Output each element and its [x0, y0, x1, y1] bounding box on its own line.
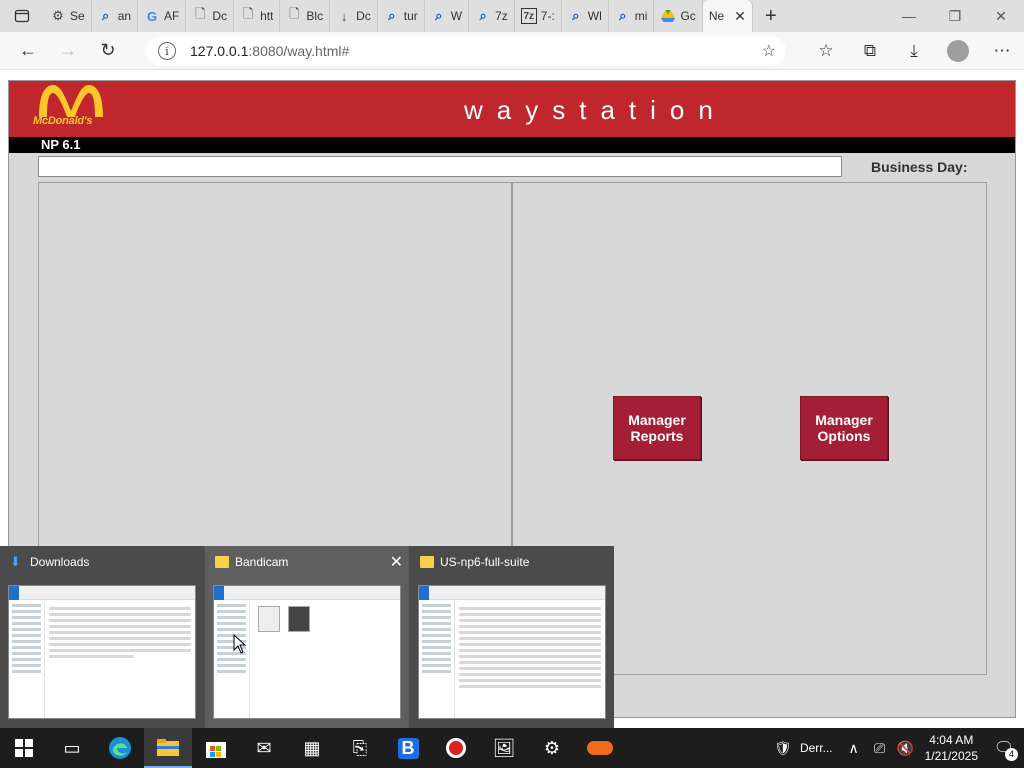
- download-folder-icon: ⬇: [10, 554, 21, 569]
- back-icon[interactable]: ←: [8, 32, 48, 70]
- manager-options-button[interactable]: Manager Options: [800, 396, 888, 460]
- browser-tab[interactable]: 7z 7-:: [515, 0, 562, 32]
- clock-date: 1/21/2025: [924, 749, 978, 763]
- window-preview: [8, 585, 196, 719]
- search-icon: ⌕: [435, 8, 443, 23]
- message-field: [38, 156, 842, 177]
- app-icon-network[interactable]: ⎘: [336, 728, 384, 768]
- edge-icon[interactable]: [96, 728, 144, 768]
- version-bar: NP 6.1: [9, 137, 1015, 153]
- gear-icon: ⚙: [52, 8, 64, 23]
- photos-icon[interactable]: 🖼: [480, 728, 528, 768]
- folder-icon: [215, 556, 229, 568]
- nfl-icon[interactable]: 🛡: [770, 740, 796, 757]
- browser-tab[interactable]: ⌕ Wl: [562, 0, 609, 32]
- forward-icon[interactable]: →: [48, 32, 88, 70]
- address-bar[interactable]: i 127.0.0.1:8080/way.html# ☆: [146, 36, 786, 66]
- thumbnail-downloads[interactable]: ⬇ Downloads: [0, 546, 204, 728]
- bandicam-record-icon[interactable]: [432, 728, 480, 768]
- notification-center-icon[interactable]: 🗨 4: [984, 738, 1024, 761]
- browser-tab[interactable]: ⚙ Se: [44, 0, 92, 32]
- thumbnail-us-np6-full-suite[interactable]: US-np6-full-suite: [410, 546, 614, 728]
- taskbar-thumbnail-popup: ⬇ Downloads Bandicam ✕ US-np6-full-suite: [0, 546, 614, 728]
- windows-logo-icon: [15, 739, 33, 757]
- info-icon[interactable]: i: [158, 42, 176, 60]
- add-favorite-icon[interactable]: ☆: [762, 41, 776, 61]
- browser-tab[interactable]: G AF: [138, 0, 187, 32]
- windows-taskbar: ▭ ✉ ▦ ⎘ B 🖼 ⚙ 🛡 Derr... ∧ ⎚ 🔇 4:04 AM 1/…: [0, 728, 1024, 768]
- document-icon: 🗋: [195, 6, 206, 21]
- browser-tab[interactable]: ⌕ 7z: [469, 0, 515, 32]
- search-icon: ⌕: [572, 8, 580, 23]
- 7zip-icon: 7z: [520, 8, 537, 24]
- browser-tab[interactable]: 🗋 htt: [234, 0, 281, 32]
- browser-tab[interactable]: 🗋 Blc: [280, 0, 331, 32]
- app-icon-orange[interactable]: [576, 728, 624, 768]
- clock-time: 4:04 AM: [929, 733, 974, 747]
- thumbnail-title: Downloads: [30, 555, 90, 569]
- mcdonalds-logo: [39, 85, 103, 117]
- url-path: :8080/way.html#: [248, 43, 350, 59]
- business-day-label: Business Day:: [871, 159, 968, 175]
- browser-tab[interactable]: ⌕ mi: [609, 0, 655, 32]
- close-window-icon[interactable]: ✕: [978, 0, 1024, 32]
- drive-icon: [660, 8, 676, 24]
- task-view-icon[interactable]: ▭: [48, 728, 96, 768]
- document-icon: 🗋: [289, 6, 300, 21]
- close-preview-icon[interactable]: ✕: [390, 552, 403, 572]
- collections-icon[interactable]: ⧉: [848, 32, 892, 70]
- search-icon: ⌕: [388, 8, 396, 23]
- browser-tab[interactable]: ↓ Dc: [330, 0, 378, 32]
- mouse-cursor-icon: [233, 634, 247, 654]
- thumbnail-title: US-np6-full-suite: [440, 555, 530, 569]
- close-icon[interactable]: ✕: [734, 8, 746, 25]
- browser-tab-active[interactable]: Ne ✕: [702, 0, 753, 32]
- app-title: waystation: [464, 95, 727, 125]
- window-preview: [418, 585, 606, 719]
- browser-tab-strip: ⚙ Se ⌕ an G AF 🗋 Dc 🗋 htt 🗋 Blc ↓ Dc ⌕ tur ⌕ W ⌕ 7…: [0, 0, 1024, 32]
- folder-icon: [420, 556, 434, 568]
- restore-icon[interactable]: ❐: [932, 0, 978, 32]
- file-explorer-icon[interactable]: [144, 728, 192, 768]
- url-host: 127.0.0.1: [190, 43, 249, 59]
- manager-reports-button[interactable]: Manager Reports: [613, 396, 701, 460]
- tab-actions-icon[interactable]: [0, 0, 44, 32]
- start-button[interactable]: [0, 728, 48, 768]
- search-icon: ⌕: [479, 8, 487, 23]
- google-icon: G: [146, 8, 158, 24]
- thumbnail-title: Bandicam: [235, 555, 289, 569]
- chevron-up-icon[interactable]: ∧: [841, 740, 867, 757]
- settings-icon[interactable]: ⚙: [528, 728, 576, 768]
- store-icon[interactable]: [192, 728, 240, 768]
- search-icon: ⌕: [619, 8, 627, 23]
- clock[interactable]: 4:04 AM 1/21/2025: [925, 732, 978, 764]
- more-menu-icon[interactable]: ⋯: [980, 32, 1024, 70]
- new-tab-button[interactable]: +: [753, 5, 789, 28]
- browser-tab[interactable]: 🗋 Dc: [186, 0, 235, 32]
- download-icon: ↓: [340, 8, 348, 24]
- mail-icon[interactable]: ✉: [240, 728, 288, 768]
- window-controls: — ❐ ✕: [886, 0, 1024, 32]
- volume-muted-icon[interactable]: 🔇: [893, 740, 919, 757]
- browser-tab[interactable]: ⌕ W: [425, 0, 470, 32]
- browser-toolbar: ← → ↻ i 127.0.0.1:8080/way.html# ☆ ☆ ⧉ ⤓…: [0, 32, 1024, 70]
- minimize-icon[interactable]: —: [886, 0, 932, 32]
- browser-tab[interactable]: ⌕ an: [92, 0, 139, 32]
- reload-icon[interactable]: ↻: [88, 32, 128, 70]
- document-icon: 🗋: [242, 6, 254, 21]
- profile-avatar[interactable]: [947, 40, 969, 62]
- network-icon[interactable]: ⎚: [867, 740, 893, 757]
- header-banner: McDonald's waystation: [9, 81, 1015, 137]
- browser-tab[interactable]: ⌕ tur: [378, 0, 425, 32]
- notification-count: 4: [1005, 748, 1018, 761]
- app-icon-photos-viewer[interactable]: ▦: [288, 728, 336, 768]
- app-icon-bandicut[interactable]: B: [384, 728, 432, 768]
- favorites-icon[interactable]: ☆: [804, 32, 848, 70]
- downloads-icon[interactable]: ⤓: [892, 32, 936, 70]
- brand-name: McDonald's: [33, 115, 93, 127]
- tray-widget-label[interactable]: Derr...: [800, 741, 833, 755]
- search-icon: ⌕: [102, 8, 110, 23]
- browser-tab[interactable]: Gc: [654, 0, 703, 32]
